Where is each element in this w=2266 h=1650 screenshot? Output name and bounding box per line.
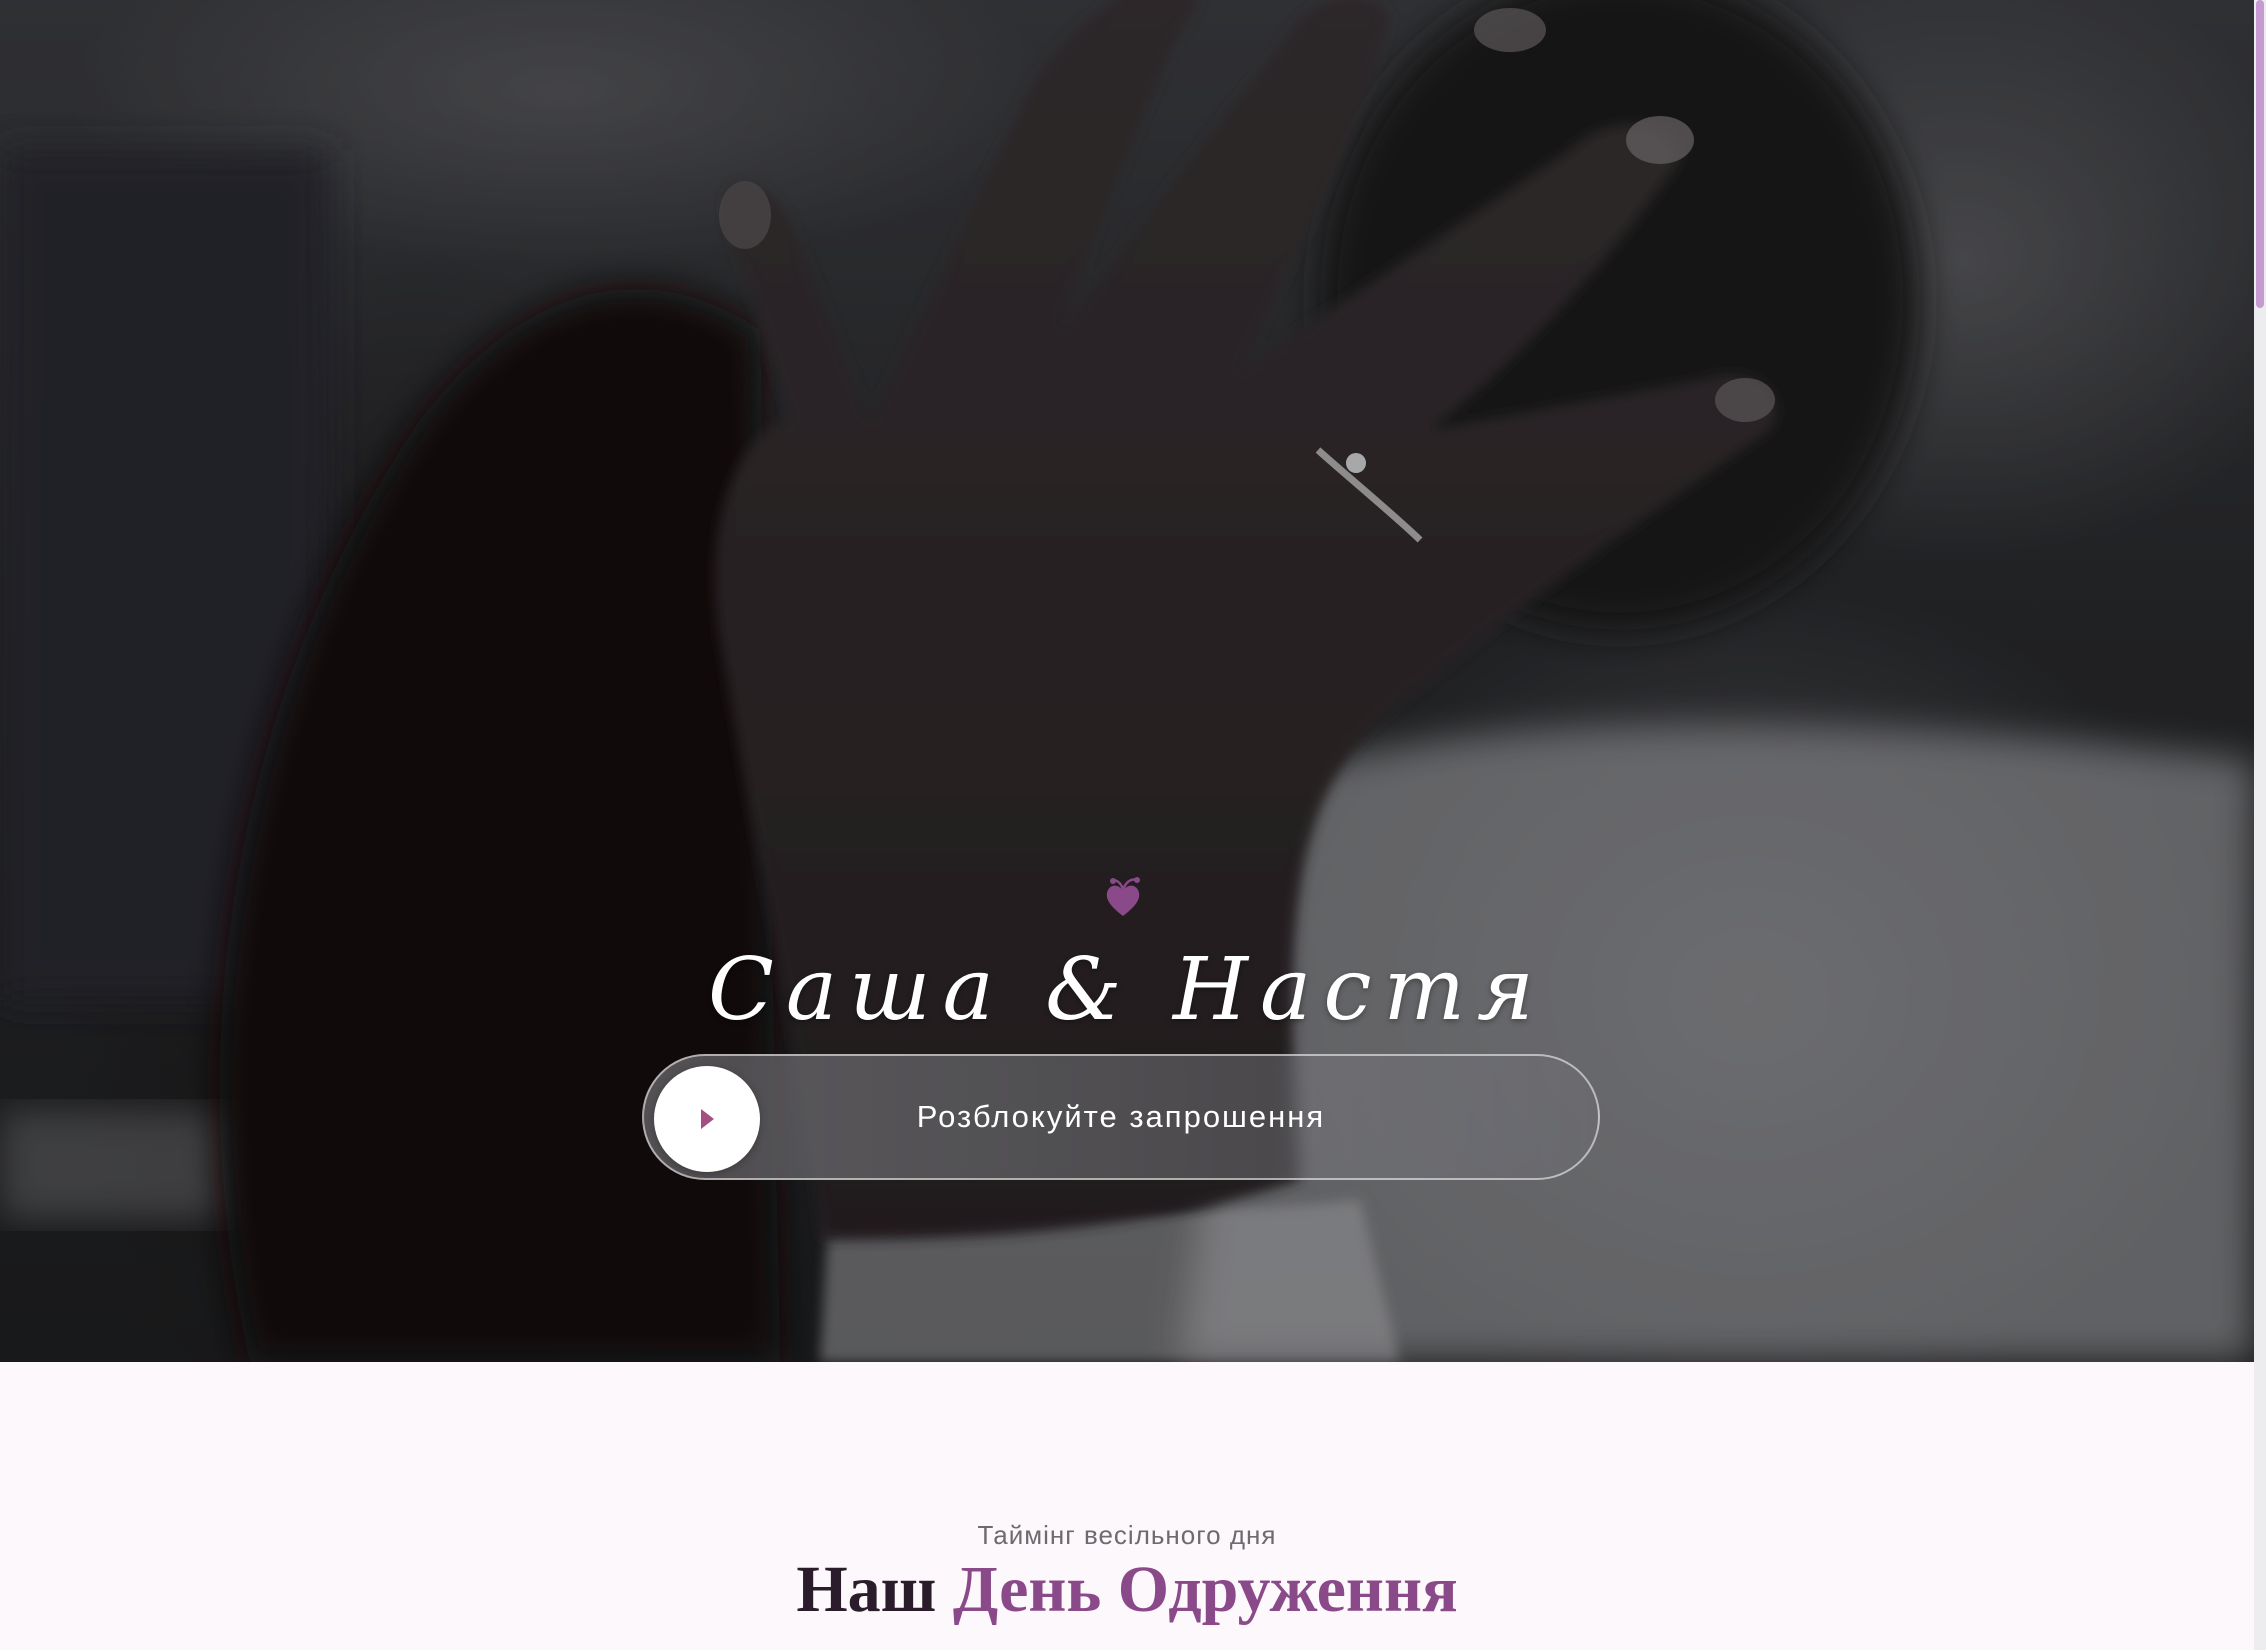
wedding-timing-section: Таймінг весільного дня Наш День Одруженн… (0, 1362, 2254, 1650)
section-title-accent: День Одруження (952, 1553, 1458, 1626)
play-icon (701, 1109, 714, 1129)
page: Саша & Настя Розблокуйте запрошення Тайм… (0, 0, 2266, 1650)
unlock-invitation-slider[interactable]: Розблокуйте запрошення (642, 1054, 1600, 1180)
section-title-dark: Наш (796, 1553, 937, 1626)
scrollbar-thumb[interactable] (2256, 0, 2264, 308)
page-scrollbar[interactable] (2254, 0, 2266, 1650)
section-eyebrow: Таймінг весільного дня (977, 1520, 1277, 1550)
section-title: Наш День Одруження (0, 1550, 2254, 1630)
heart-icon (1106, 877, 1140, 916)
hero-section: Саша & Настя Розблокуйте запрошення (0, 0, 2254, 1362)
unlock-slider-handle[interactable] (654, 1066, 760, 1172)
unlock-invitation-label: Розблокуйте запрошення (916, 1099, 1326, 1134)
couple-names: Саша & Настя (708, 940, 1546, 1040)
